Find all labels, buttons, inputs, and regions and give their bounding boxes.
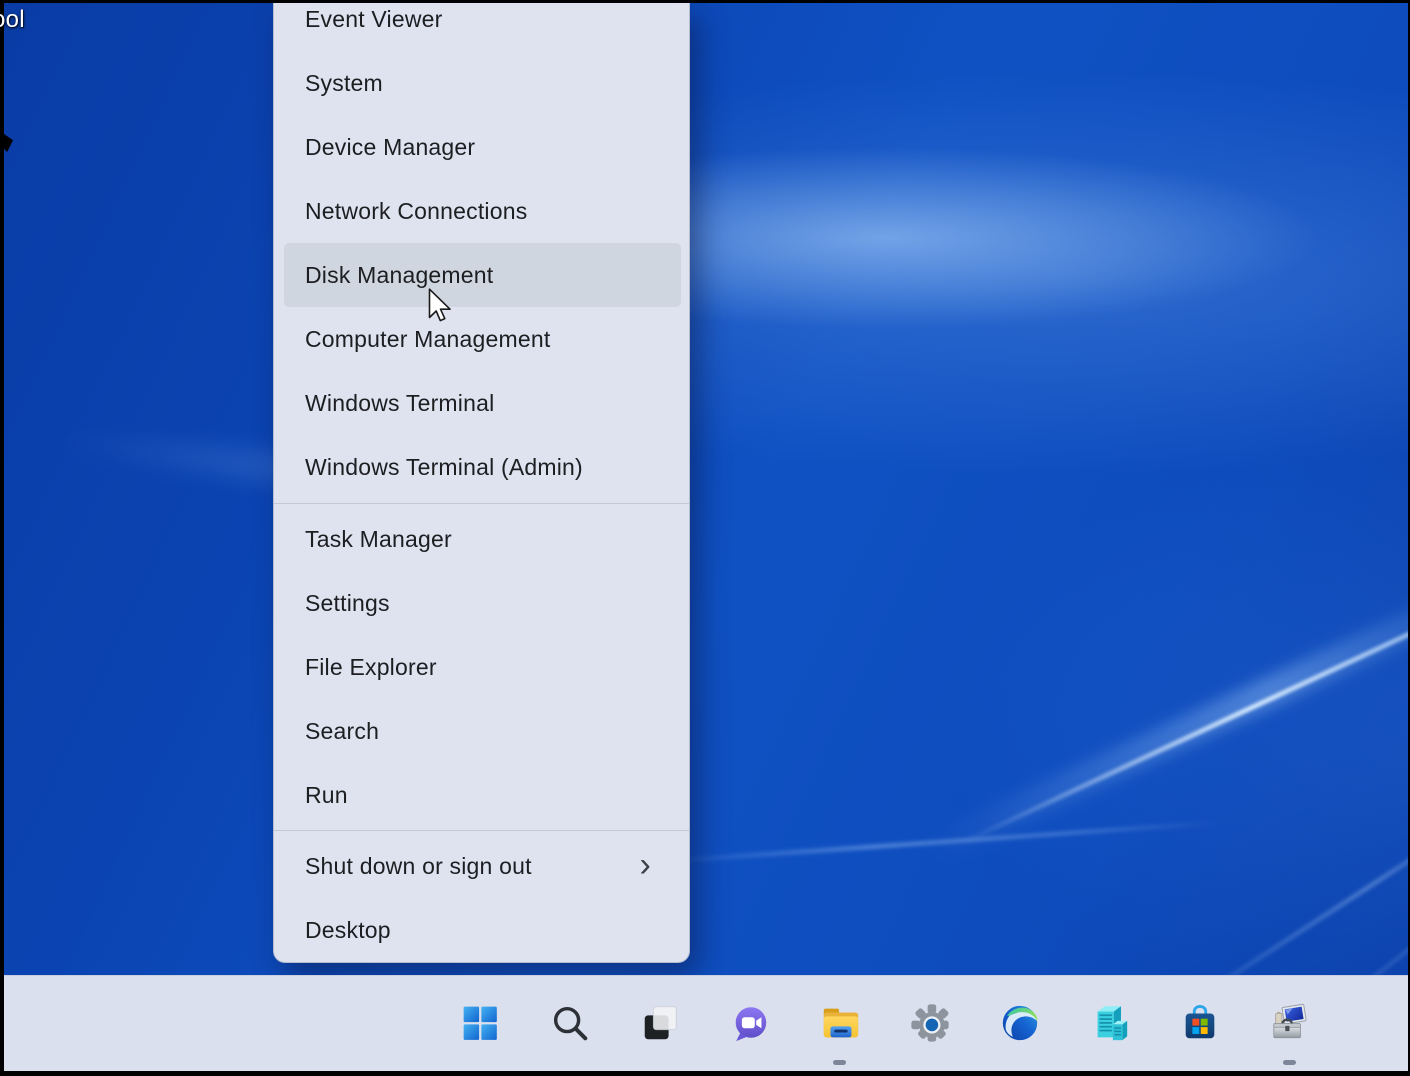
menu-item-shut-down-or-sign-out[interactable]: Shut down or sign out › (284, 834, 681, 898)
wallpaper-light-streak (645, 821, 1224, 864)
menu-item-computer-management[interactable]: Computer Management (284, 307, 681, 371)
menu-item-windows-terminal[interactable]: Windows Terminal (284, 371, 681, 435)
running-indicator-file-explorer (833, 1060, 846, 1065)
start-button[interactable] (452, 993, 508, 1053)
power-user-menu: Event Viewer System Device Manager Netwo… (273, 3, 690, 963)
menu-separator (274, 830, 690, 831)
menu-item-system[interactable]: System (284, 51, 681, 115)
edge-button[interactable] (992, 993, 1048, 1053)
menu-item-desktop[interactable]: Desktop (284, 898, 681, 962)
desktop-wallpaper (4, 3, 1408, 1071)
menu-separator (274, 503, 690, 504)
menu-item-network-connections[interactable]: Network Connections (284, 179, 681, 243)
wallpaper-light-streak-glow (927, 573, 1408, 862)
screen: ool Event Viewer System Device Manager N… (0, 0, 1410, 1076)
search-icon (549, 1002, 591, 1044)
menu-item-label: Shut down or sign out (305, 853, 532, 879)
chat-button[interactable] (722, 993, 778, 1053)
menu-item-task-manager[interactable]: Task Manager (284, 507, 681, 571)
menu-item-windows-terminal-admin[interactable]: Windows Terminal (Admin) (284, 435, 681, 499)
gear-icon (909, 1002, 951, 1044)
menu-item-device-manager[interactable]: Device Manager (284, 115, 681, 179)
file-explorer-button[interactable] (812, 993, 868, 1053)
server-stack-icon (1089, 1002, 1131, 1044)
edge-icon (999, 1002, 1041, 1044)
menu-item-settings[interactable]: Settings (284, 571, 681, 635)
windows-tools-icon (1269, 1002, 1311, 1044)
chevron-right-icon: › (639, 834, 651, 896)
taskbar (4, 975, 1408, 1071)
desktop-icon-label-fragment: ool (0, 6, 25, 34)
task-view-button[interactable] (632, 993, 688, 1053)
menu-item-event-viewer[interactable]: Event Viewer (284, 3, 681, 51)
task-view-icon (639, 1002, 681, 1044)
chat-icon (729, 1002, 771, 1044)
server-manager-button[interactable] (1082, 993, 1138, 1053)
menu-item-search[interactable]: Search (284, 699, 681, 763)
windows-logo-icon (460, 1003, 500, 1043)
mouse-cursor (428, 288, 455, 329)
running-indicator-windows-tools (1283, 1060, 1296, 1065)
file-explorer-icon (819, 1002, 861, 1044)
menu-item-file-explorer[interactable]: File Explorer (284, 635, 681, 699)
menu-item-run[interactable]: Run (284, 763, 681, 827)
windows-tools-button[interactable] (1262, 993, 1318, 1053)
microsoft-store-icon (1179, 1002, 1221, 1044)
wallpaper-light-streak (960, 596, 1408, 846)
menu-item-disk-management[interactable]: Disk Management (284, 243, 681, 307)
settings-button[interactable] (902, 993, 958, 1053)
search-button[interactable] (542, 993, 598, 1053)
microsoft-store-button[interactable] (1172, 993, 1228, 1053)
